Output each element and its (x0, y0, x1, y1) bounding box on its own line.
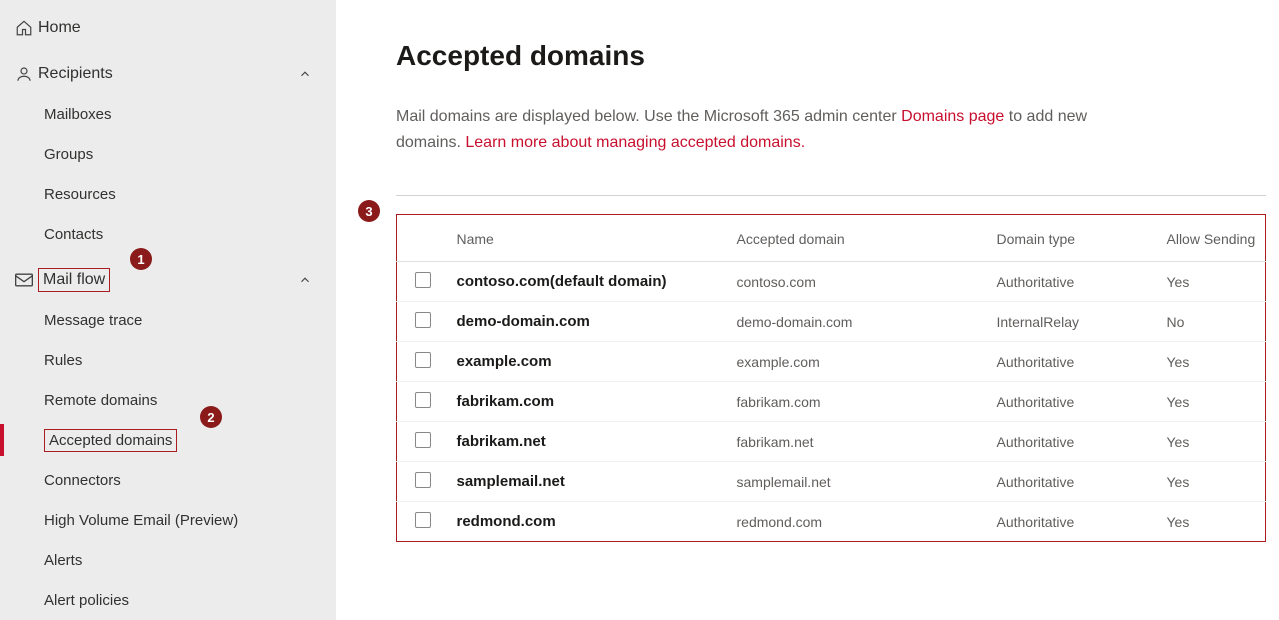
table-row[interactable]: demo-domain.comdemo-domain.comInternalRe… (397, 302, 1266, 342)
sidebar-item-label: Contacts (44, 226, 103, 243)
callout-badge-1: 1 (130, 248, 152, 270)
callout-badge-2: 2 (200, 406, 222, 428)
sidebar-item-accepted-domains[interactable]: Accepted domains 2 (0, 420, 336, 460)
sidebar-item-recipients[interactable]: Recipients (0, 54, 336, 94)
table-row[interactable]: fabrikam.comfabrikam.comAuthoritativeYes (397, 382, 1266, 422)
chevron-up-icon (298, 67, 312, 81)
sidebar-item-label: Resources (44, 186, 116, 203)
cell-allow-sending: No (1159, 302, 1266, 342)
sidebar-item-groups[interactable]: Groups (0, 134, 336, 174)
row-checkbox[interactable] (415, 352, 431, 368)
section-divider (396, 195, 1266, 196)
learn-more-link[interactable]: Learn more about managing accepted domai… (465, 134, 805, 151)
sidebar-item-label: Message trace (44, 312, 142, 329)
sidebar-item-label: High Volume Email (Preview) (44, 512, 238, 529)
cell-allow-sending: Yes (1159, 262, 1266, 302)
sidebar-item-resources[interactable]: Resources (0, 174, 336, 214)
cell-domain-type: Authoritative (989, 342, 1159, 382)
row-checkbox[interactable] (415, 312, 431, 328)
table-row[interactable]: fabrikam.netfabrikam.netAuthoritativeYes (397, 422, 1266, 462)
sidebar-item-contacts[interactable]: Contacts (0, 214, 336, 254)
cell-name: redmond.com (449, 502, 729, 542)
sidebar-item-rules[interactable]: Rules (0, 340, 336, 380)
col-checkbox (397, 215, 449, 262)
person-icon (10, 65, 38, 83)
sidebar-item-label: Accepted domains (44, 429, 177, 452)
sidebar-item-remote-domains[interactable]: Remote domains (0, 380, 336, 420)
cell-name: fabrikam.com (449, 382, 729, 422)
mail-icon (10, 272, 38, 288)
sidebar-item-label: Mail flow (38, 268, 110, 292)
row-checkbox[interactable] (415, 432, 431, 448)
cell-name: example.com (449, 342, 729, 382)
home-icon (10, 19, 38, 37)
table-row[interactable]: example.comexample.comAuthoritativeYes (397, 342, 1266, 382)
cell-domain-type: Authoritative (989, 422, 1159, 462)
sidebar-item-message-trace[interactable]: Message trace (0, 300, 336, 340)
cell-allow-sending: Yes (1159, 382, 1266, 422)
domains-page-link[interactable]: Domains page (901, 108, 1004, 125)
sidebar-item-alerts[interactable]: Alerts (0, 540, 336, 580)
cell-name: fabrikam.net (449, 422, 729, 462)
sidebar-item-label: Groups (44, 146, 93, 163)
row-checkbox[interactable] (415, 512, 431, 528)
cell-accepted-domain: fabrikam.com (729, 382, 989, 422)
col-allow-sending[interactable]: Allow Sending (1159, 215, 1266, 262)
sidebar-item-label: Connectors (44, 472, 121, 489)
main-content: Accepted domains Mail domains are displa… (336, 0, 1279, 620)
sidebar-item-mailboxes[interactable]: Mailboxes (0, 94, 336, 134)
sidebar-item-label: Mailboxes (44, 106, 112, 123)
cell-domain-type: InternalRelay (989, 302, 1159, 342)
cell-allow-sending: Yes (1159, 502, 1266, 542)
table-header-row: Name Accepted domain Domain type Allow S… (397, 215, 1266, 262)
domains-table: Name Accepted domain Domain type Allow S… (396, 214, 1266, 542)
chevron-up-icon (298, 273, 312, 287)
intro-text: Mail domains are displayed below. Use th… (396, 104, 1156, 155)
cell-allow-sending: Yes (1159, 462, 1266, 502)
col-domain-type[interactable]: Domain type (989, 215, 1159, 262)
active-indicator (0, 424, 4, 456)
col-name[interactable]: Name (449, 215, 729, 262)
cell-domain-type: Authoritative (989, 382, 1159, 422)
cell-accepted-domain: fabrikam.net (729, 422, 989, 462)
col-accepted-domain[interactable]: Accepted domain (729, 215, 989, 262)
cell-domain-type: Authoritative (989, 502, 1159, 542)
cell-domain-type: Authoritative (989, 462, 1159, 502)
cell-accepted-domain: redmond.com (729, 502, 989, 542)
cell-accepted-domain: contoso.com (729, 262, 989, 302)
domains-table-wrap: 3 Name Accepted domain Domain type Allow… (396, 214, 1279, 542)
page-title: Accepted domains (396, 40, 1279, 72)
callout-badge-3: 3 (358, 200, 380, 222)
sidebar-item-connectors[interactable]: Connectors (0, 460, 336, 500)
sidebar-item-high-volume-email[interactable]: High Volume Email (Preview) (0, 500, 336, 540)
sidebar-item-alert-policies[interactable]: Alert policies (0, 580, 336, 620)
cell-name: contoso.com(default domain) (449, 262, 729, 302)
table-row[interactable]: contoso.com(default domain)contoso.comAu… (397, 262, 1266, 302)
cell-allow-sending: Yes (1159, 422, 1266, 462)
cell-name: samplemail.net (449, 462, 729, 502)
row-checkbox[interactable] (415, 392, 431, 408)
sidebar-item-home[interactable]: Home (0, 8, 336, 48)
sidebar-item-label: Remote domains (44, 392, 157, 409)
sidebar-item-label: Home (38, 19, 81, 37)
intro-pre: Mail domains are displayed below. Use th… (396, 108, 901, 125)
table-row[interactable]: redmond.comredmond.comAuthoritativeYes (397, 502, 1266, 542)
row-checkbox[interactable] (415, 272, 431, 288)
cell-accepted-domain: example.com (729, 342, 989, 382)
sidebar-item-label: Alerts (44, 552, 82, 569)
cell-name: demo-domain.com (449, 302, 729, 342)
sidebar: Home Recipients Mailboxes Groups Resourc… (0, 0, 336, 620)
table-row[interactable]: samplemail.netsamplemail.netAuthoritativ… (397, 462, 1266, 502)
cell-domain-type: Authoritative (989, 262, 1159, 302)
sidebar-item-label: Recipients (38, 65, 113, 83)
sidebar-item-label: Rules (44, 352, 82, 369)
sidebar-item-label: Alert policies (44, 592, 129, 609)
sidebar-item-mailflow[interactable]: Mail flow 1 (0, 260, 336, 300)
cell-allow-sending: Yes (1159, 342, 1266, 382)
row-checkbox[interactable] (415, 472, 431, 488)
cell-accepted-domain: demo-domain.com (729, 302, 989, 342)
cell-accepted-domain: samplemail.net (729, 462, 989, 502)
